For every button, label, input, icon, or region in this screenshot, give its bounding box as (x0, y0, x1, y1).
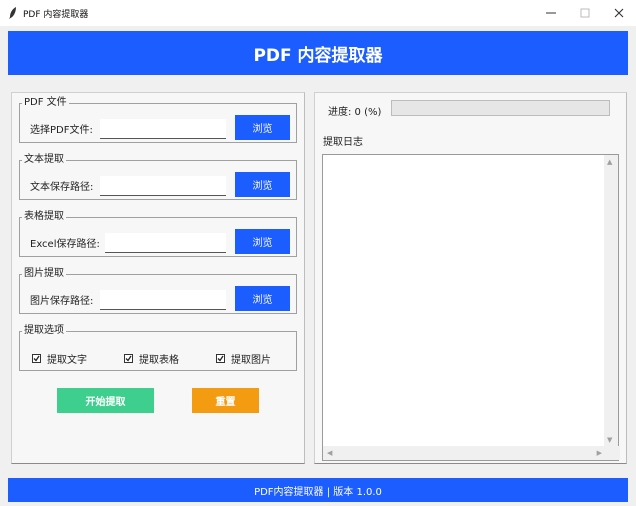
scroll-up-icon[interactable]: ▲ (607, 158, 612, 166)
close-button[interactable] (602, 0, 636, 26)
pdf-file-group: PDF 文件 选择PDF文件: 浏览 (19, 97, 297, 143)
horizontal-scrollbar[interactable]: ◀ ▶ (323, 446, 620, 460)
status-footer: PDF内容提取器 | 版本 1.0.0 (8, 478, 628, 502)
extract-image-checkbox[interactable] (216, 354, 225, 363)
progress-label: 进度: 0 (%) (328, 107, 382, 118)
table-extract-group: 表格提取 Excel保存路径: 浏览 (19, 211, 297, 257)
excel-path-input[interactable] (105, 233, 226, 253)
feather-icon (9, 7, 16, 19)
scroll-right-icon[interactable]: ▶ (597, 449, 602, 457)
text-browse-button[interactable]: 浏览 (235, 172, 290, 197)
app-window: PDF 内容提取器 PDF 内容提取器 PDF 文件 选择PDF文件: 浏览 文… (0, 0, 636, 506)
footer-text: PDF内容提取器 | 版本 1.0.0 (254, 486, 382, 498)
extract-options-group: 提取选项 提取文字 提取表格 提取图片 (19, 325, 297, 371)
check-icon (125, 355, 132, 362)
extract-options-legend: 提取选项 (22, 325, 66, 337)
extract-image-option[interactable]: 提取图片 (216, 351, 271, 366)
check-icon (217, 355, 224, 362)
vertical-scrollbar[interactable]: ▲ ▼ (604, 155, 618, 447)
close-icon (614, 8, 624, 18)
image-extract-group: 图片提取 图片保存路径: 浏览 (19, 268, 297, 314)
log-label: 提取日志 (323, 137, 363, 148)
text-path-input[interactable] (100, 176, 226, 196)
check-icon (33, 355, 40, 362)
pdf-file-input[interactable] (100, 119, 226, 139)
text-extract-group: 文本提取 文本保存路径: 浏览 (19, 154, 297, 200)
header-banner: PDF 内容提取器 (8, 31, 628, 75)
scroll-down-icon[interactable]: ▼ (607, 436, 612, 444)
reset-button[interactable]: 重置 (192, 388, 259, 413)
table-extract-legend: 表格提取 (22, 211, 66, 223)
pdf-browse-button[interactable]: 浏览 (235, 115, 290, 140)
progress-bar (391, 100, 610, 116)
log-panel: 进度: 0 (%) 提取日志 ▲ ▼ ◀ ▶ (314, 92, 627, 464)
image-browse-button[interactable]: 浏览 (235, 286, 290, 311)
extract-table-option[interactable]: 提取表格 (124, 351, 179, 366)
extract-image-label: 提取图片 (231, 355, 271, 366)
banner-title: PDF 内容提取器 (253, 45, 383, 66)
image-path-label: 图片保存路径: (30, 296, 94, 307)
minimize-button[interactable] (534, 0, 568, 26)
extract-text-option[interactable]: 提取文字 (32, 351, 87, 366)
log-textarea[interactable]: ▲ ▼ ◀ ▶ (322, 154, 620, 461)
settings-panel: PDF 文件 选择PDF文件: 浏览 文本提取 文本保存路径: 浏览 表格提取 … (11, 92, 305, 464)
pdf-file-legend: PDF 文件 (22, 97, 69, 109)
extract-table-checkbox[interactable] (124, 354, 133, 363)
extract-table-label: 提取表格 (139, 355, 179, 366)
scroll-left-icon[interactable]: ◀ (327, 449, 332, 457)
pdf-file-label: 选择PDF文件: (30, 125, 93, 136)
image-extract-legend: 图片提取 (22, 268, 66, 280)
excel-path-label: Excel保存路径: (30, 239, 100, 250)
text-path-label: 文本保存路径: (30, 182, 94, 193)
start-extract-button[interactable]: 开始提取 (57, 388, 154, 413)
table-browse-button[interactable]: 浏览 (235, 229, 290, 254)
title-bar: PDF 内容提取器 (0, 0, 636, 26)
maximize-icon (580, 8, 590, 18)
text-extract-legend: 文本提取 (22, 154, 66, 166)
minimize-icon (546, 12, 556, 14)
image-path-input[interactable] (100, 290, 226, 310)
extract-text-label: 提取文字 (47, 355, 87, 366)
extract-text-checkbox[interactable] (32, 354, 41, 363)
window-title: PDF 内容提取器 (23, 9, 89, 20)
maximize-button[interactable] (568, 0, 602, 26)
